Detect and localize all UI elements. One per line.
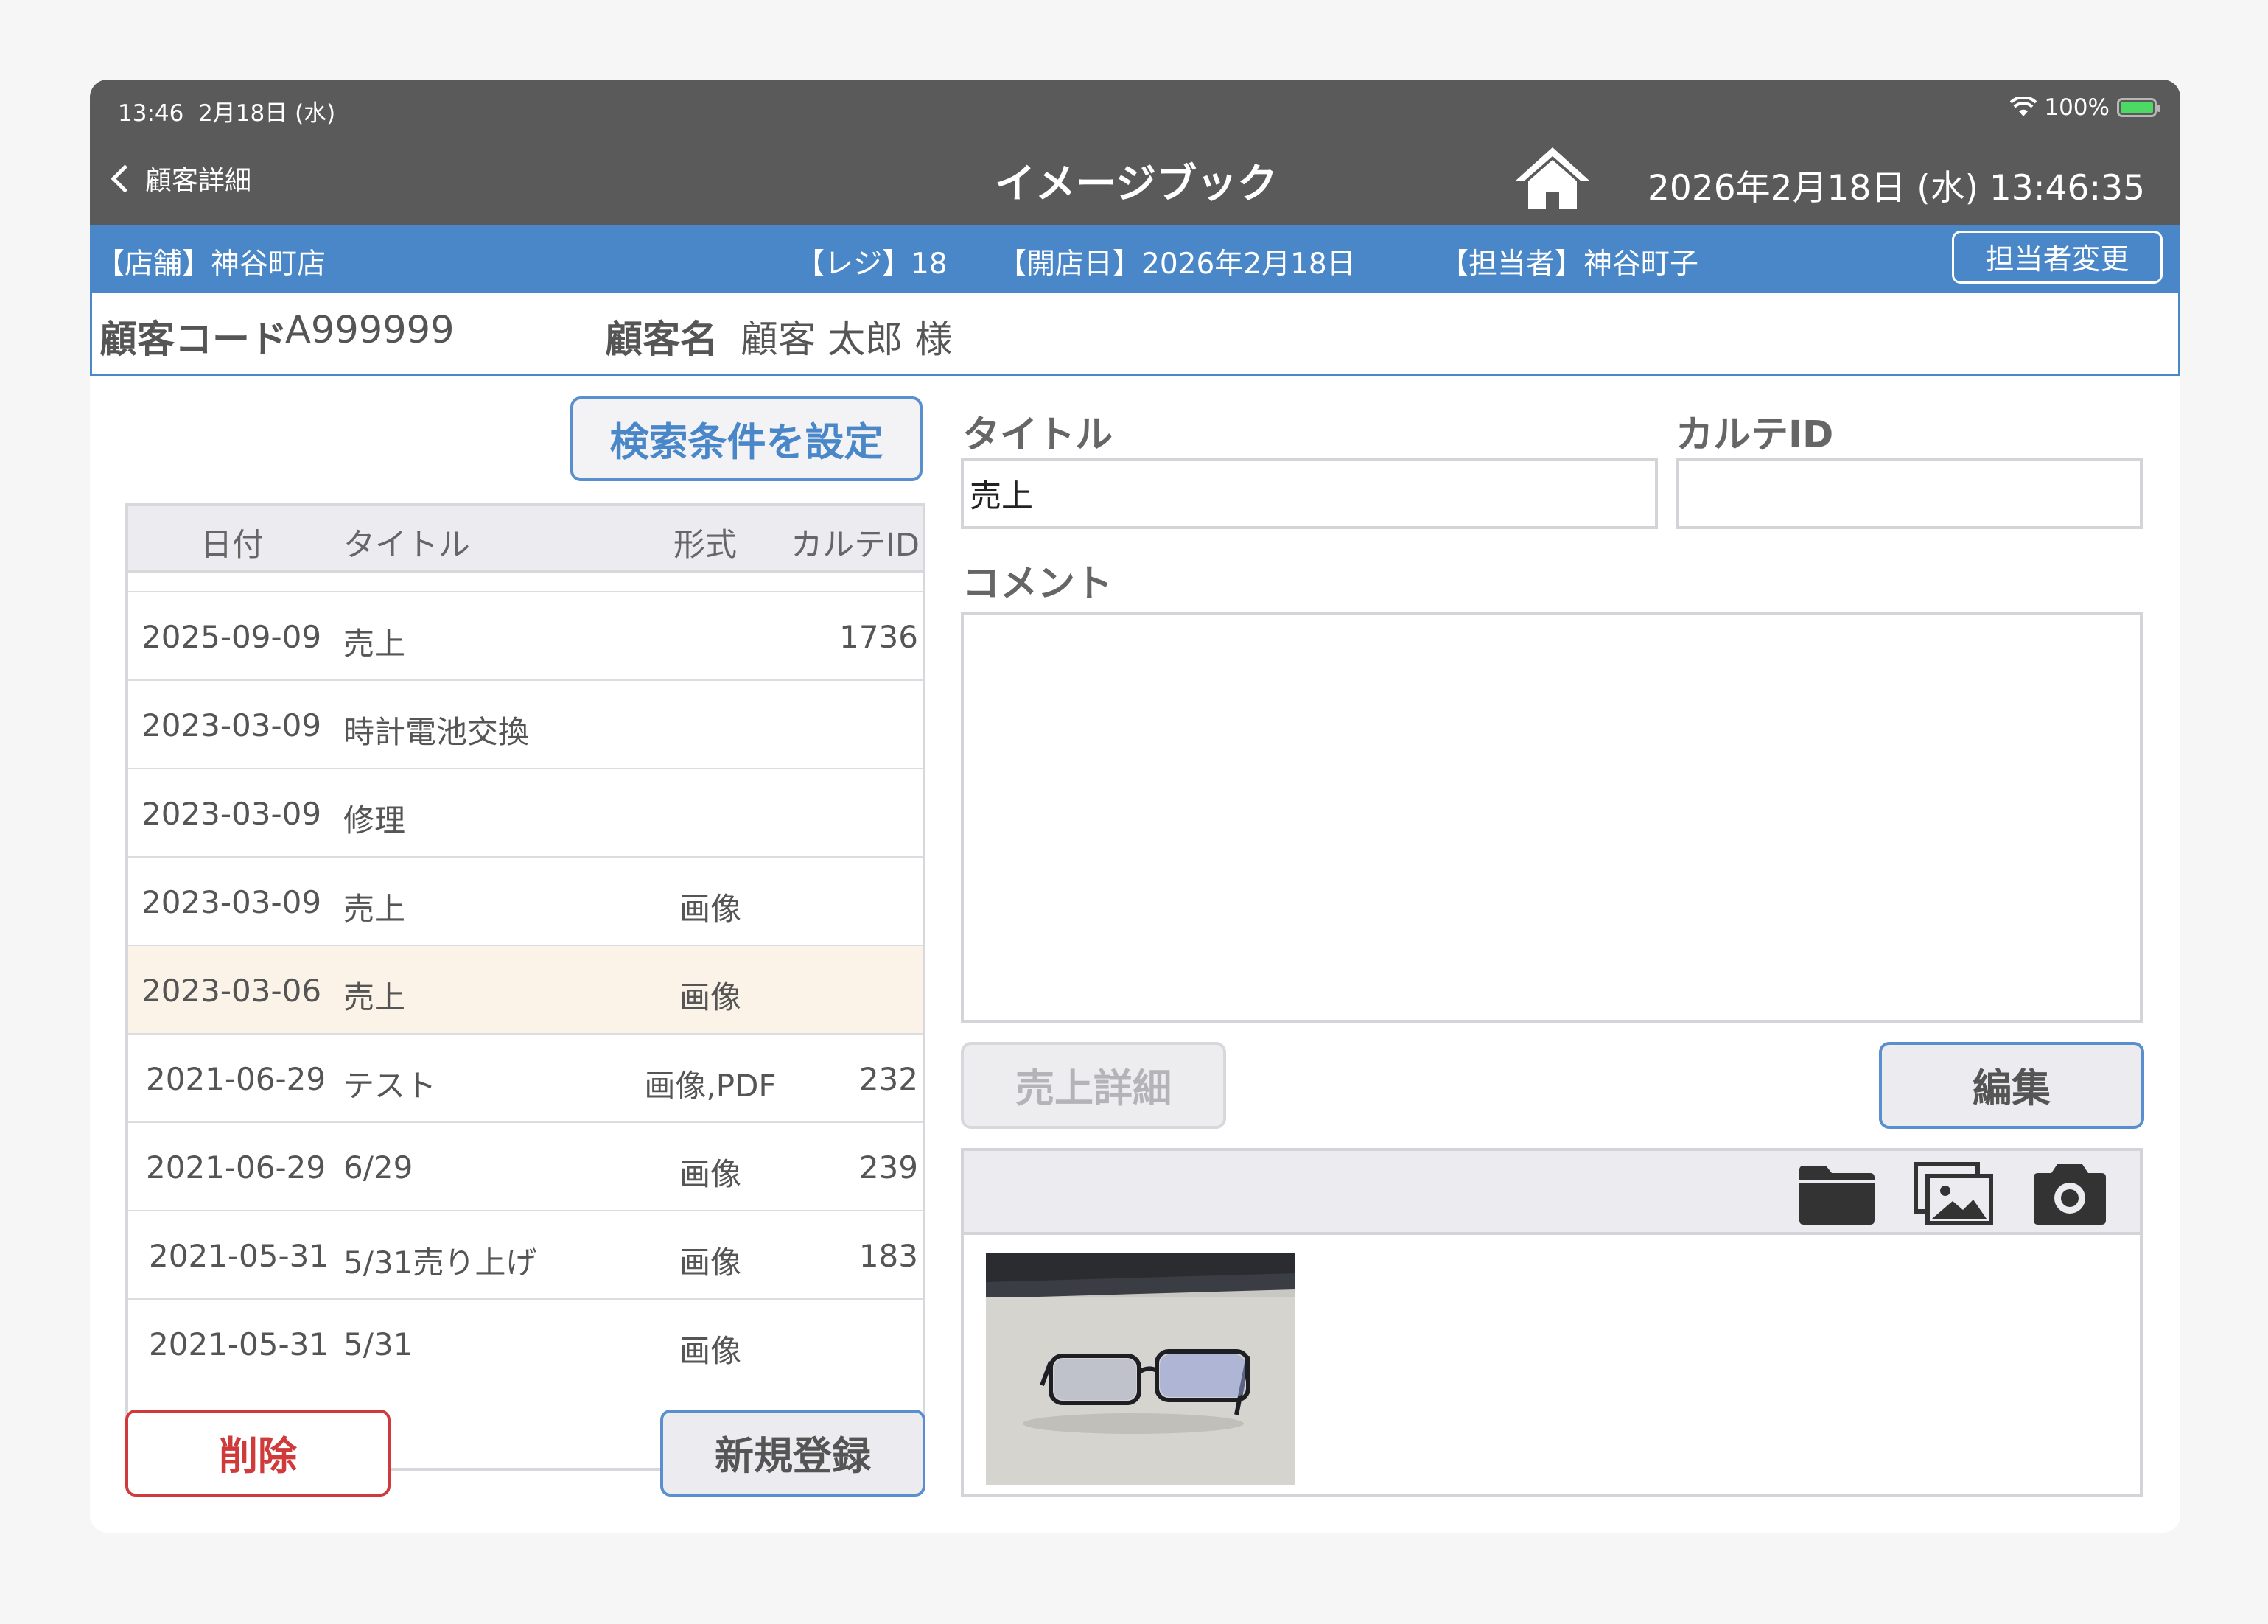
home-icon[interactable] — [1512, 144, 1593, 212]
title-label: タイトル — [962, 413, 1113, 457]
open-date: 【開店日】2026年2月18日 — [998, 248, 1356, 281]
media-panel — [961, 1148, 2143, 1497]
column-title: タイトル — [343, 527, 470, 564]
folder-icon[interactable] — [1796, 1160, 1877, 1226]
staff-name: 【担当者】神谷町子 — [1440, 248, 1699, 281]
karte-id-label: カルテID — [1676, 413, 1834, 457]
image-gallery-icon[interactable] — [1913, 1160, 1994, 1226]
edit-button[interactable]: 編集 — [1879, 1042, 2144, 1129]
column-format: 形式 — [673, 527, 737, 564]
list-item[interactable]: 2023-03-09 売上 画像 — [128, 856, 923, 945]
glasses-photo-thumbnail[interactable] — [986, 1253, 1295, 1485]
wifi-icon — [2010, 97, 2037, 116]
sales-detail-button[interactable]: 売上詳細 — [961, 1042, 1226, 1129]
column-date: 日付 — [200, 527, 264, 564]
status-time: 13:46 2月18日 (水) — [118, 100, 336, 127]
list-item-selected[interactable]: 2023-03-06 売上 画像 — [128, 945, 923, 1033]
store-info-bar: 【店舗】神谷町店 【レジ】18 【開店日】2026年2月18日 【担当者】神谷町… — [90, 225, 2180, 293]
comment-label: コメント — [962, 562, 1113, 606]
register-number: 【レジ】18 — [796, 248, 948, 281]
navigation-bar: 13:46 2月18日 (水) 100% 顧客詳細 イメージブック 2026年2… — [90, 80, 2180, 225]
list-item[interactable]: 2021-05-31 5/31売り上げ 画像 183 — [128, 1210, 923, 1298]
title-field[interactable]: 売上 — [961, 458, 1658, 529]
status-indicators: 100% — [2010, 94, 2160, 121]
list-item[interactable]: 2023-03-09 修理 — [128, 768, 923, 856]
media-toolbar — [964, 1151, 2140, 1235]
camera-icon[interactable] — [2029, 1160, 2110, 1226]
delete-button[interactable]: 削除 — [125, 1410, 391, 1497]
list-item[interactable]: 2021-06-29 6/29 画像 239 — [128, 1121, 923, 1210]
list-item[interactable]: 2025-09-09 売上 1736 — [128, 591, 923, 679]
list-item[interactable]: 2023-03-09 時計電池交換 — [128, 679, 923, 768]
comment-field[interactable] — [961, 612, 2143, 1023]
customer-code: A999999 — [285, 309, 455, 352]
back-label: 顧客詳細 — [145, 166, 252, 196]
image-book-list: 日付 タイトル 形式 カルテID 2025-09-09 売上 1736 2023… — [125, 503, 925, 1471]
list-item[interactable]: 2021-05-31 5/31 画像 — [128, 1298, 923, 1387]
karte-id-field[interactable] — [1676, 458, 2143, 529]
list-item[interactable]: 2021-06-29 テスト 画像,PDF 232 — [128, 1033, 923, 1121]
new-registration-button[interactable]: 新規登録 — [660, 1410, 925, 1497]
store-name: 【店舗】神谷町店 — [96, 248, 326, 281]
chevron-left-icon — [111, 164, 139, 193]
battery-icon — [2117, 98, 2160, 117]
battery-percent: 100% — [2044, 94, 2110, 121]
customer-code-label: 顧客コード — [99, 318, 288, 362]
nav-datetime: 2026年2月18日 (水) 13:46:35 — [1648, 168, 2145, 209]
column-karte-id: カルテID — [791, 527, 920, 564]
list-header: 日付 タイトル 形式 カルテID — [128, 506, 923, 573]
change-staff-button[interactable]: 担当者変更 — [1952, 231, 2163, 284]
app-window: 13:46 2月18日 (水) 100% 顧客詳細 イメージブック 2026年2… — [90, 80, 2180, 1533]
search-conditions-button[interactable]: 検索条件を設定 — [570, 396, 923, 481]
page-title: イメージブック — [995, 160, 1278, 207]
customer-name-label: 顧客名 — [605, 318, 718, 362]
customer-info-row: 顧客コード A999999 顧客名 顧客 太郎 様 — [90, 293, 2180, 376]
customer-name: 顧客 太郎 様 — [741, 318, 953, 362]
back-button[interactable]: 顧客詳細 — [109, 159, 251, 197]
